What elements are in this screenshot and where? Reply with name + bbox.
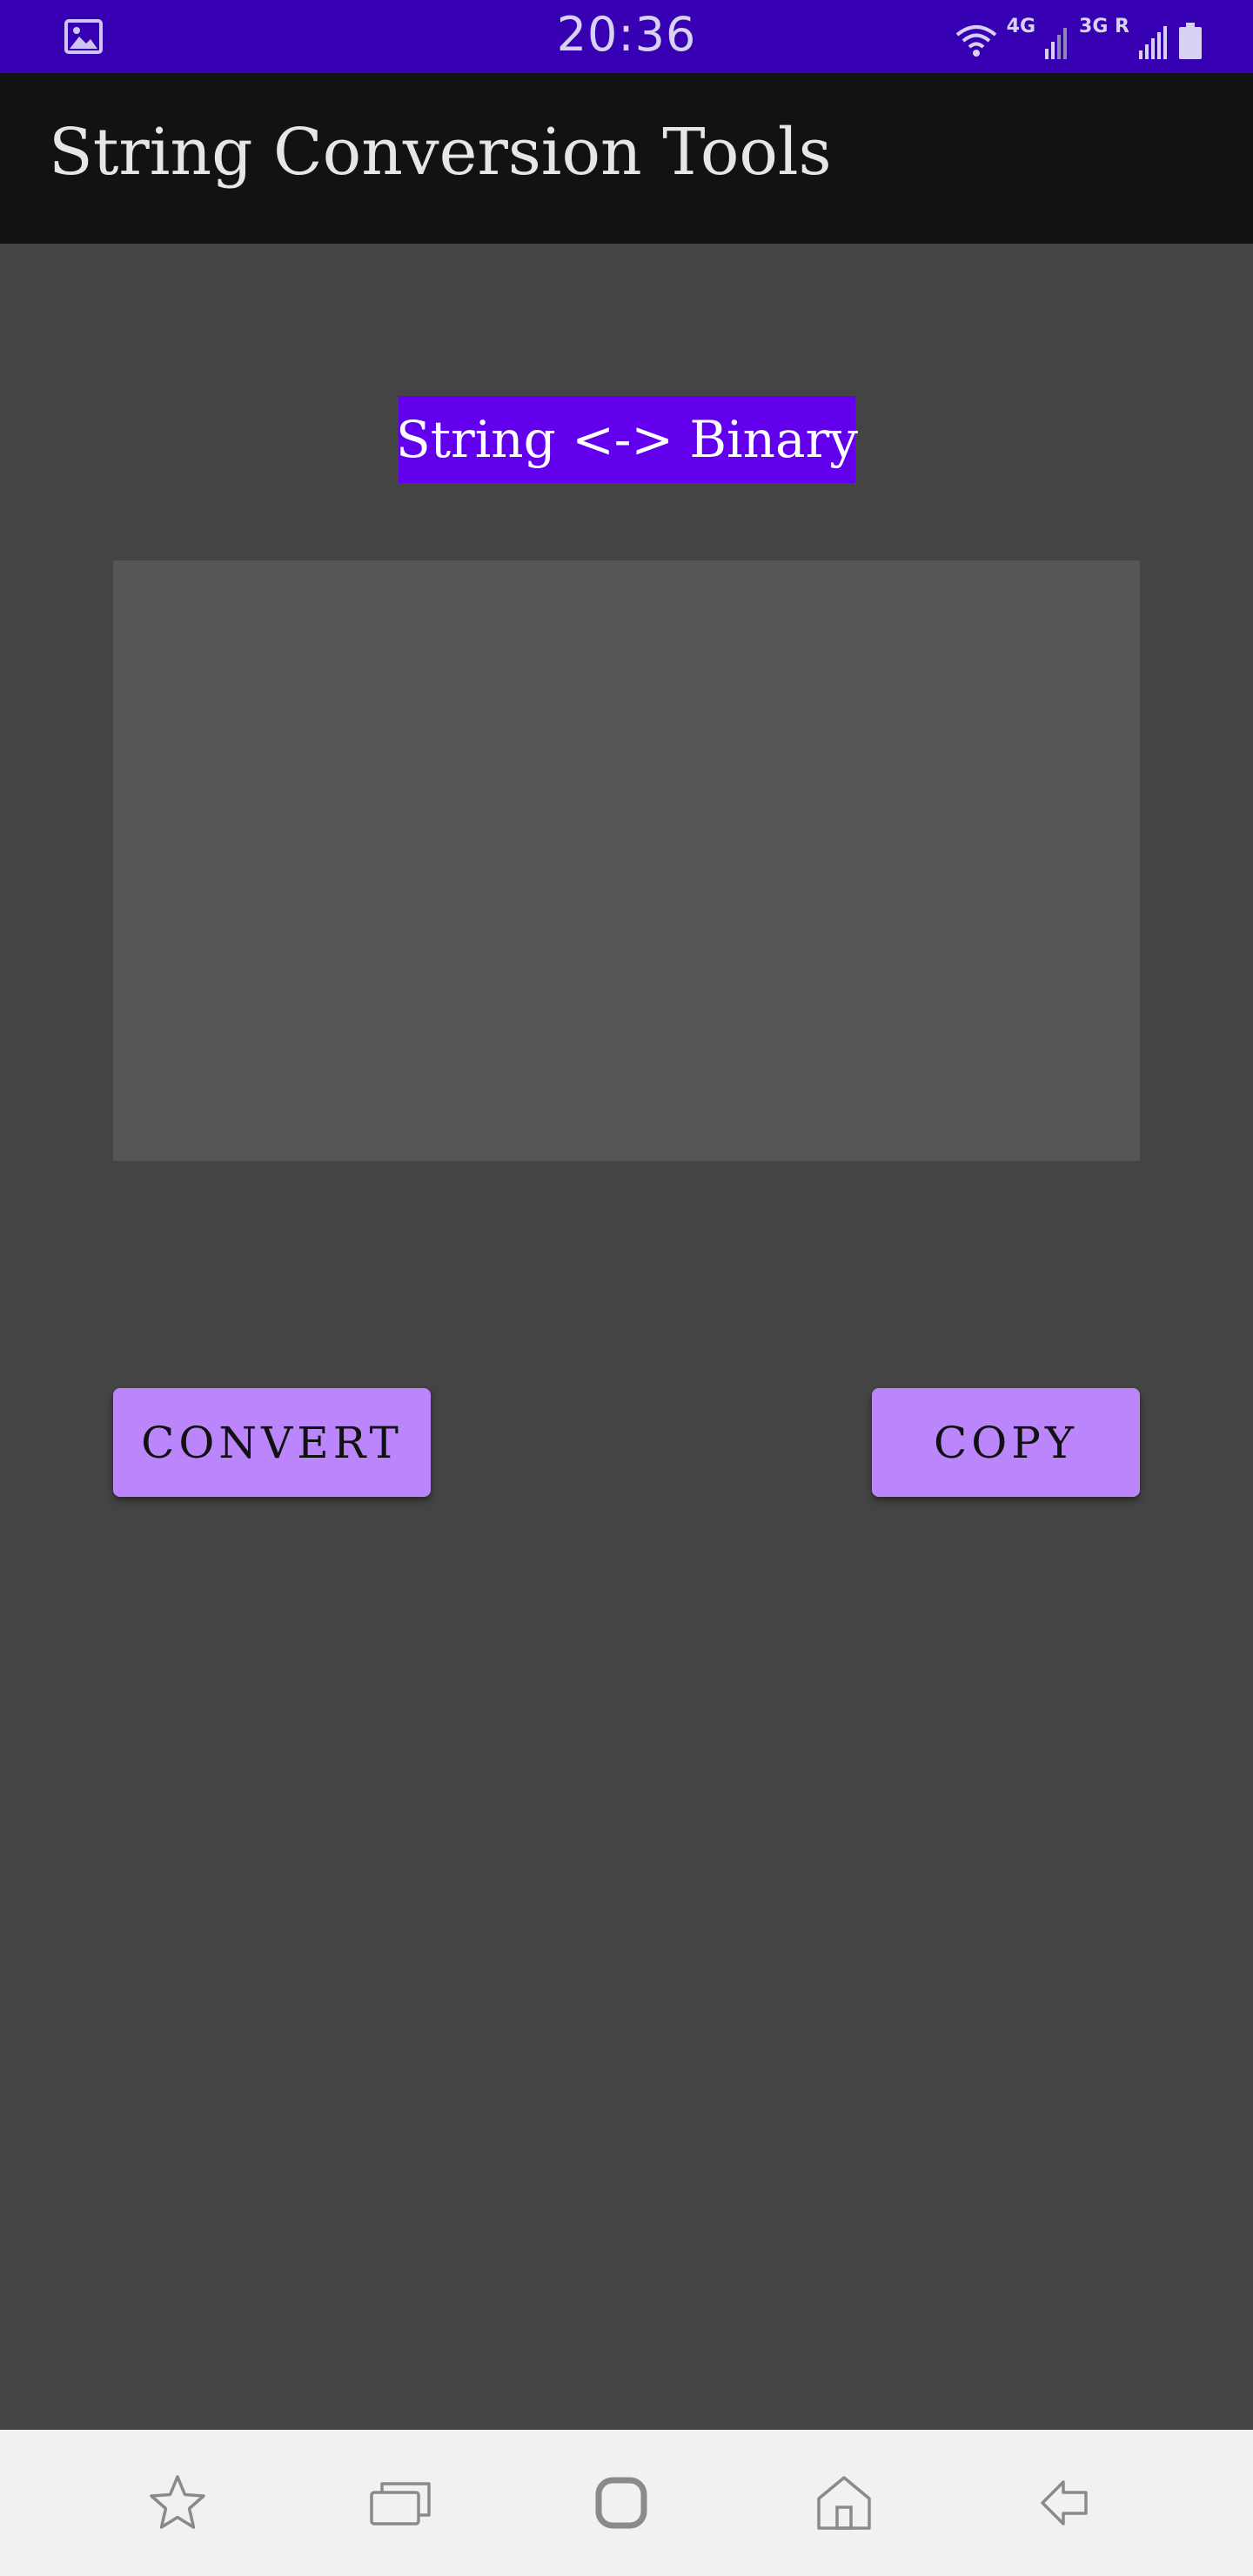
app-screen: 20:36 4G 3G R String Conversion Tools St… xyxy=(0,0,1253,2576)
signal-icon xyxy=(1138,24,1169,59)
app-title: String Conversion Tools xyxy=(49,115,832,190)
app-bar: String Conversion Tools xyxy=(0,73,1253,244)
network-type-primary: 4G xyxy=(1006,16,1036,37)
network-type-secondary: 3G R xyxy=(1079,16,1129,37)
star-icon[interactable] xyxy=(141,2466,214,2539)
status-bar: 20:36 4G 3G R xyxy=(0,0,1253,73)
convert-button[interactable]: CONVERT xyxy=(113,1388,431,1497)
back-icon[interactable] xyxy=(1029,2466,1102,2539)
navigation-bar xyxy=(0,2430,1253,2576)
battery-icon xyxy=(1178,23,1203,59)
conversion-mode-label: String <-> Binary xyxy=(396,396,858,483)
recent-apps-icon[interactable] xyxy=(364,2466,437,2539)
home-icon[interactable] xyxy=(807,2466,881,2539)
status-icons: 4G 3G R xyxy=(955,14,1203,59)
signal-icon xyxy=(1044,24,1070,59)
home-circle-icon[interactable] xyxy=(585,2466,658,2539)
copy-button[interactable]: COPY xyxy=(872,1388,1140,1497)
wifi-icon xyxy=(955,21,998,59)
conversion-input[interactable] xyxy=(113,560,1140,1161)
